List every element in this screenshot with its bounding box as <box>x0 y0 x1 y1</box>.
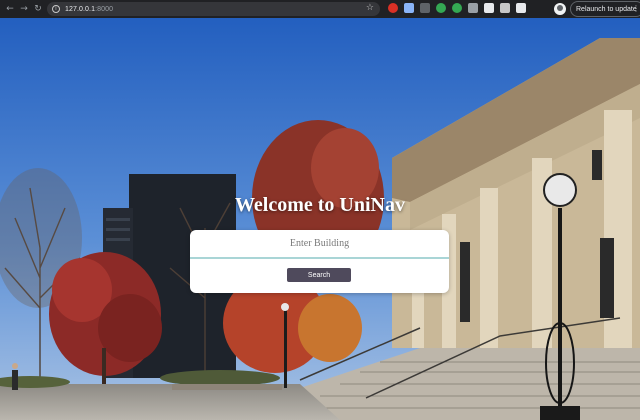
page-title: Welcome to UniNav <box>235 194 405 216</box>
more-menu-icon[interactable]: ⋮ <box>632 3 640 15</box>
bookmark-star-icon[interactable]: ☆ <box>366 3 374 13</box>
page-viewport: Welcome to UniNav Search <box>0 18 640 420</box>
browser-toolbar: ← → ↻ i 127.0.0.1:8000 ☆ Relaunch to upd… <box>0 0 640 18</box>
extension-icon[interactable] <box>388 3 398 13</box>
puzzle-icon[interactable] <box>500 3 510 13</box>
extension-icon[interactable] <box>404 3 414 13</box>
extension-icon[interactable] <box>484 3 494 13</box>
url-host: 127.0.0.1 <box>65 5 96 13</box>
sidebar-icon[interactable] <box>516 3 526 13</box>
search-card: Search <box>190 230 449 293</box>
extension-icon[interactable] <box>420 3 430 13</box>
forward-arrow-icon[interactable]: → <box>17 0 31 18</box>
extension-icon[interactable] <box>436 3 446 13</box>
extensions-bar <box>388 3 526 13</box>
extension-icon[interactable] <box>452 3 462 13</box>
reload-icon[interactable]: ↻ <box>31 0 45 18</box>
extension-icon[interactable] <box>468 3 478 13</box>
url-port: :8000 <box>95 5 114 13</box>
relaunch-button[interactable]: Relaunch to update <box>570 1 640 17</box>
url-text: 127.0.0.1:8000 <box>65 6 113 13</box>
search-button[interactable]: Search <box>287 268 351 282</box>
address-bar[interactable]: i 127.0.0.1:8000 ☆ <box>47 2 380 16</box>
profile-avatar[interactable] <box>554 3 566 15</box>
site-info-icon[interactable]: i <box>49 2 63 16</box>
campus-background-image <box>0 18 640 420</box>
building-search-input[interactable] <box>190 230 449 259</box>
back-arrow-icon[interactable]: ← <box>3 0 17 18</box>
